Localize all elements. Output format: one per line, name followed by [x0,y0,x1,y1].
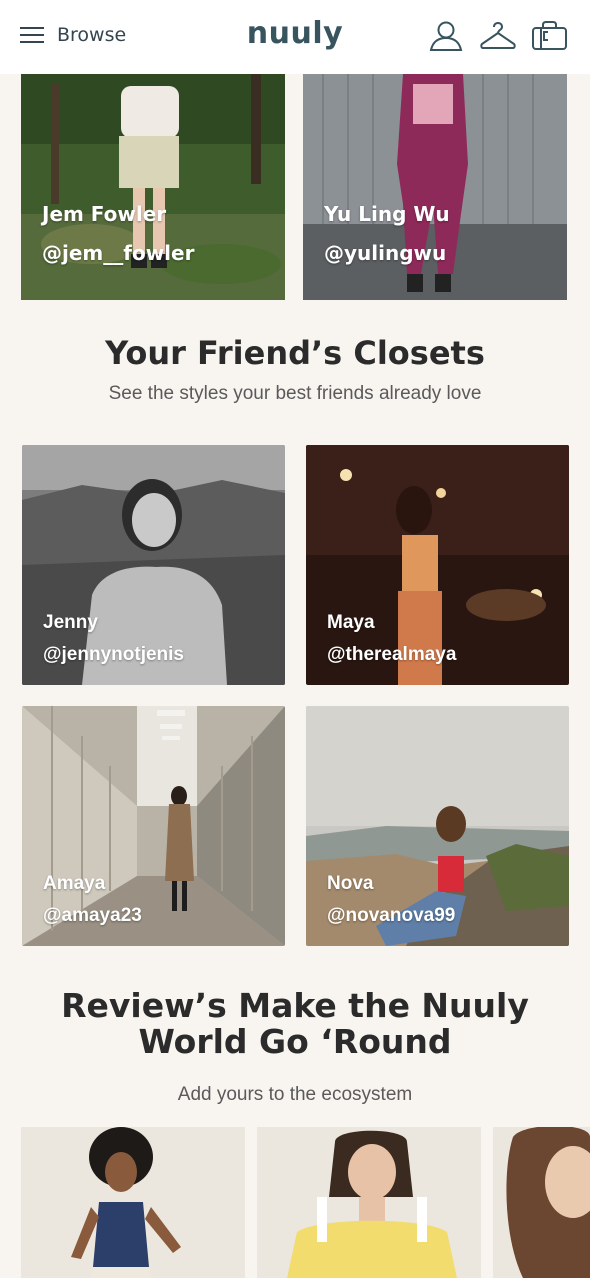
friend-card-amaya[interactable]: Amaya @amaya23 [22,706,285,946]
friends-section-title: Your Friend’s Closets [105,334,485,372]
friend-name: Nova [327,873,374,894]
influencer-handle: @yulingwu [324,241,447,265]
friend-name: Jenny [43,612,98,633]
influencer-photo [303,74,567,300]
reviews-title-line1: Review’s Make the Nuuly [61,986,529,1025]
user-icon[interactable] [429,20,463,57]
friend-handle: @novanova99 [327,905,456,926]
influencer-name: Yu Ling Wu [324,202,450,226]
top-header: Browse nuuly [0,0,590,74]
influencer-photo [21,74,285,300]
friend-name: Maya [327,612,375,633]
hanger-icon[interactable] [480,20,516,57]
bag-icon[interactable] [531,20,568,57]
review-card[interactable] [493,1127,590,1278]
friend-handle: @jennynotjenis [43,644,184,665]
friend-card-nova[interactable]: Nova @novanova99 [306,706,569,946]
review-card[interactable] [257,1127,481,1278]
review-card[interactable] [21,1127,245,1278]
friend-name: Amaya [43,873,106,894]
reviews-title-line2: World Go ‘Round [138,1022,452,1061]
friends-section-subtitle: See the styles your best friends already… [108,383,482,404]
friend-handle: @therealmaya [327,644,457,665]
review-photo [493,1127,590,1278]
influencer-name: Jem Fowler [42,202,167,226]
friend-card-maya[interactable]: Maya @therealmaya [306,445,569,685]
friend-card-jenny[interactable]: Jenny @jennynotjenis [22,445,285,685]
reviews-section-title: Review’s Make the Nuuly World Go ‘Round [0,988,590,1060]
influencer-card[interactable]: Jem Fowler @jem__fowler [21,74,285,300]
influencer-card[interactable]: Yu Ling Wu @yulingwu [303,74,567,300]
friend-handle: @amaya23 [43,905,142,926]
review-photo [257,1127,481,1278]
review-photo [21,1127,245,1278]
influencer-handle: @jem__fowler [42,241,195,265]
reviews-section-subtitle: Add yours to the ecosystem [177,1084,413,1105]
